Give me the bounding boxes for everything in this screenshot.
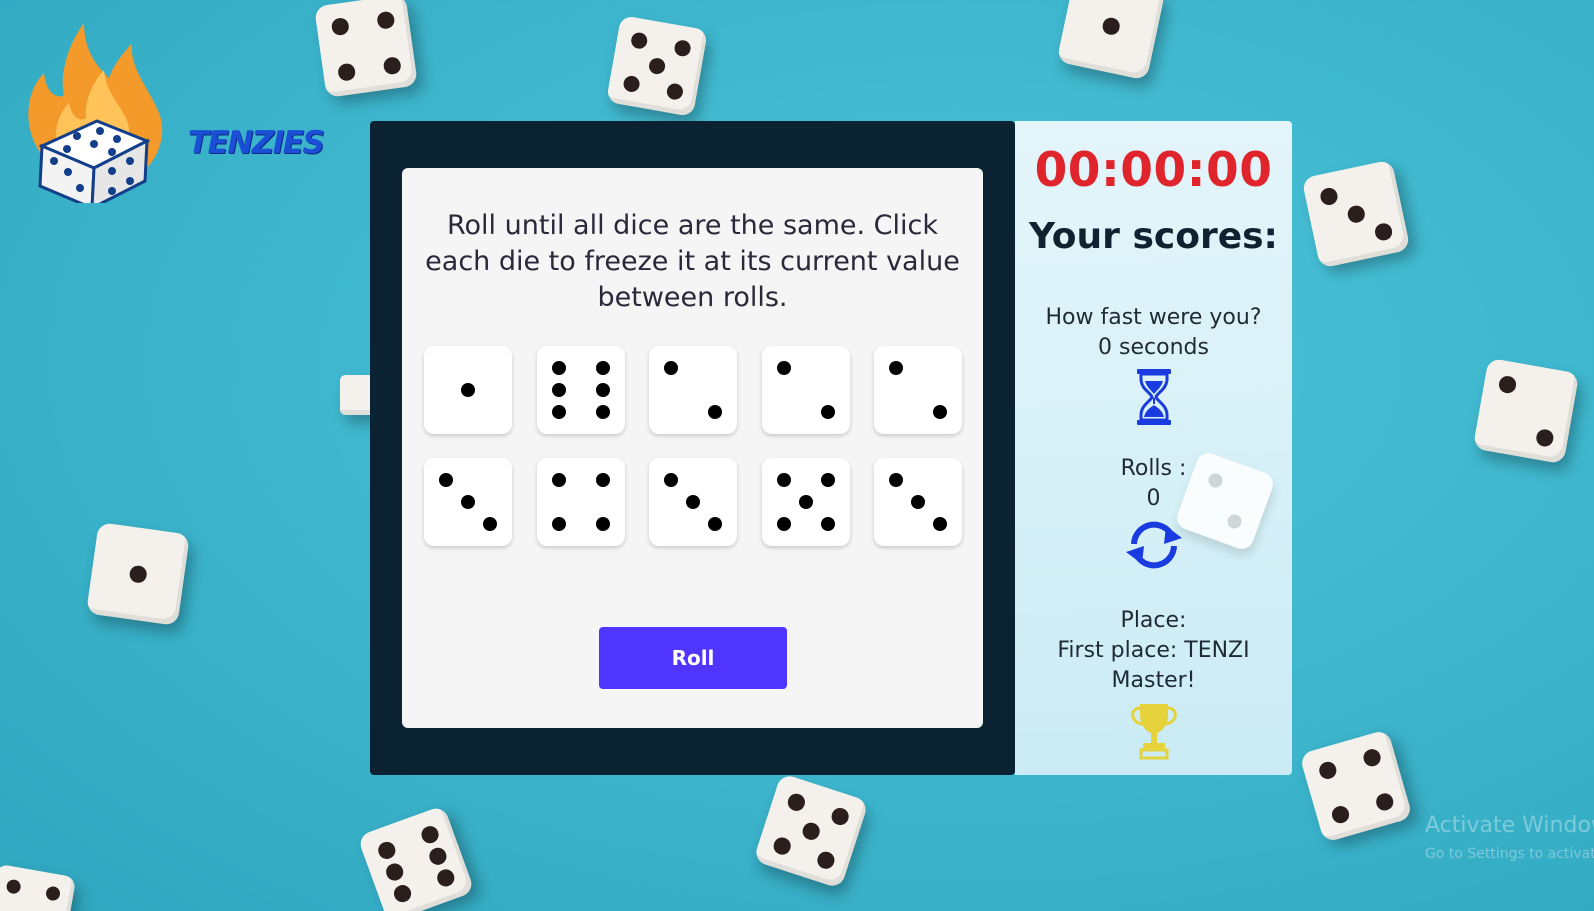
pip [551,383,566,397]
die-2[interactable] [649,346,737,434]
activation-watermark: Activate Windows Go to Settings to activ… [1425,812,1594,868]
place-value: First place: TENZI Master! [1057,638,1250,693]
background-die [357,805,475,911]
background-die [1472,357,1580,465]
pip [664,473,678,487]
pip [461,383,475,397]
pip [686,495,700,509]
tenzies-logo [14,18,174,211]
pip [551,361,566,375]
background-die [753,773,869,889]
pip [595,473,610,487]
background-die [0,863,77,911]
pip [933,405,947,419]
pip [708,517,722,531]
speed-label: How fast were you? [1045,305,1262,330]
background-die [1299,729,1413,843]
place-stat: Place: First place: TENZI Master! [1015,606,1292,760]
pip [776,473,791,487]
watermark-title: Activate Windows [1425,813,1594,838]
background-die [606,15,708,117]
brand-name: TENZIES [188,125,325,161]
pip [551,517,566,531]
pip [798,495,813,509]
game-frame: Roll until all dice are the same. Click … [370,121,1015,775]
rolls-value: 0 [1146,486,1161,511]
pip [708,405,722,419]
speed-stat: How fast were you? 0 seconds [1015,303,1292,427]
die-3[interactable] [424,458,512,546]
hourglass-icon [1136,369,1171,425]
background-die [86,522,190,626]
pip [889,473,903,487]
pip [820,405,835,419]
background-die [1056,0,1166,81]
pip [933,517,947,531]
pip [595,383,610,397]
pip [595,405,610,419]
die-2[interactable] [874,346,962,434]
pip [461,495,475,509]
die-4[interactable] [536,458,625,546]
die-6[interactable] [536,346,625,434]
die-2[interactable] [761,346,850,434]
flaming-die-logo-icon [28,23,163,211]
die-1[interactable] [424,346,512,434]
rolls-label: Rolls : [1120,456,1187,481]
die-3[interactable] [874,458,962,546]
pip [911,495,925,509]
pip [776,517,791,531]
pip [551,405,566,419]
refresh-icon [1125,521,1182,569]
rolls-stat: Rolls : 0 [1015,454,1292,572]
background-die [1301,159,1411,269]
background-die [314,0,418,98]
pip [889,361,903,375]
place-label: Place: [1120,608,1187,633]
pip [595,517,610,531]
pip [664,361,678,375]
pip [483,517,497,531]
scores-title: Your scores: [1029,216,1278,257]
die-5[interactable] [761,458,850,546]
pip [820,517,835,531]
game-board: Roll until all dice are the same. Click … [402,168,983,728]
timer: 00:00:00 [1034,143,1273,198]
instructions: Roll until all dice are the same. Click … [425,210,960,313]
dice-grid [424,346,962,546]
scores-panel: 00:00:00 Your scores: How fast were you?… [1015,121,1292,775]
pip [595,361,610,375]
pip [820,473,835,487]
pip [551,473,566,487]
speed-value: 0 seconds [1098,335,1209,360]
roll-button[interactable]: Roll [599,627,787,689]
watermark-subtitle: Go to Settings to activate Windows. [1425,846,1594,862]
pip [439,473,453,487]
pip [776,361,791,375]
die-3[interactable] [649,458,737,546]
trophy-icon [1130,704,1177,760]
